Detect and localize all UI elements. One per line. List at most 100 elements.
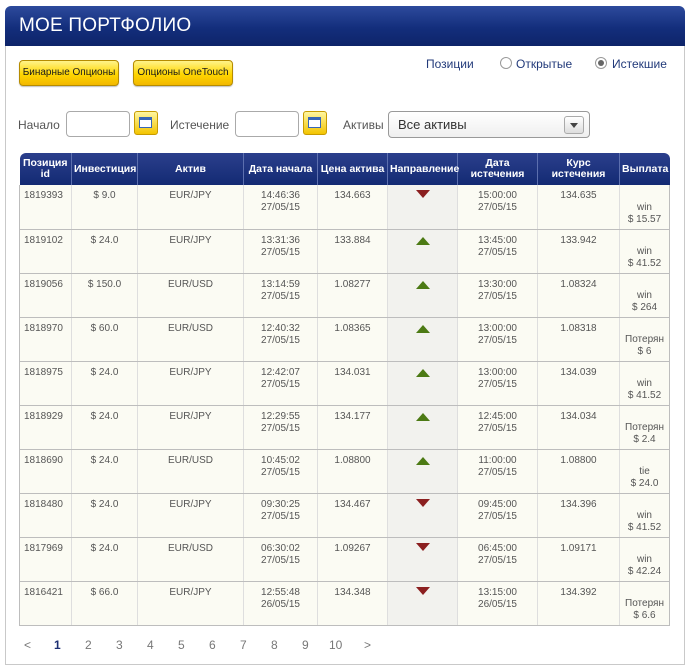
page-link[interactable]: 9 — [302, 638, 309, 652]
expired-radio[interactable] — [595, 57, 607, 69]
page-link[interactable]: 4 — [147, 638, 154, 652]
start-date-text: 12:55:48 — [261, 586, 300, 598]
start-date-text: 10:45:02 — [261, 454, 300, 466]
investment-text: $ 24.0 — [90, 366, 119, 378]
expiry-date-text: 27/05/15 — [478, 202, 517, 213]
payout-text: $ 41.52 — [627, 389, 662, 401]
position-id: 1818975 — [19, 361, 72, 406]
expiry-rate: 1.08800 — [537, 449, 620, 494]
start-date: 12:29:55 27/05/15 — [243, 405, 318, 450]
start-date-input[interactable] — [66, 111, 130, 137]
position-id: 1818929 — [19, 405, 72, 450]
expiry-rate: 133.942 — [537, 229, 620, 274]
payout: win $ 264 — [619, 273, 670, 318]
page-link[interactable]: 2 — [85, 638, 92, 652]
payout-text: win — [636, 289, 652, 301]
asset-price: 1.08800 — [317, 449, 388, 494]
page-link[interactable]: 10 — [329, 638, 342, 652]
page-link[interactable]: 8 — [271, 638, 278, 652]
expiry-date: 13:45:00 27/05/15 — [457, 229, 538, 274]
arrow-down-icon — [415, 190, 430, 198]
asset: EUR/USD — [137, 317, 244, 362]
page-link[interactable]: 5 — [178, 638, 185, 652]
asset-text: EUR/JPY — [169, 498, 212, 510]
start-date-text: 12:29:55 — [261, 410, 300, 422]
page-link[interactable]: 3 — [116, 638, 123, 652]
binary-options-button[interactable]: Бинарные Опционы — [19, 60, 119, 86]
start-date: 06:30:02 27/05/15 — [243, 537, 318, 582]
expiry-rate-text: 133.942 — [560, 234, 597, 246]
start-date-text: 13:14:59 — [261, 278, 300, 290]
expiry-rate-text: 134.396 — [560, 498, 597, 510]
arrow-up-icon — [415, 412, 430, 421]
start-date-text: 27/05/15 — [261, 202, 300, 213]
asset-price-text: 1.08277 — [334, 278, 371, 290]
assets-select[interactable]: Все активы — [388, 111, 590, 138]
start-date: 12:55:48 26/05/15 — [243, 581, 318, 626]
asset-price: 134.177 — [317, 405, 388, 450]
investment-text: $ 24.0 — [90, 454, 119, 466]
payout-text: Потерян — [625, 333, 664, 345]
expiry-date: 13:00:00 27/05/15 — [457, 317, 538, 362]
payout-text: win — [636, 245, 652, 257]
expiry-date-text: 27/05/15 — [478, 290, 517, 302]
pagination-next[interactable]: > — [364, 638, 371, 652]
expiry-date-label: Истечение — [170, 118, 230, 132]
col-expiry-rate: Курс истечения — [537, 153, 620, 185]
investment: $ 9.0 — [71, 185, 138, 230]
position-id-text: 1819393 — [24, 190, 63, 201]
position-id: 1817969 — [19, 537, 72, 582]
position-id: 1819102 — [19, 229, 72, 274]
asset: EUR/USD — [137, 449, 244, 494]
open-radio[interactable] — [500, 57, 512, 69]
payout: Потерян $ 2.4 — [619, 405, 670, 450]
table-row: 1818970 $ 60.0 EUR/USD 12:40:32 27/05/15 1.08… — [19, 317, 670, 362]
expiry-date-input[interactable] — [235, 111, 299, 137]
page-link[interactable]: 6 — [209, 638, 216, 652]
chevron-down-icon[interactable] — [564, 116, 584, 134]
direction — [387, 581, 458, 626]
expiry-date-text: 13:45:00 — [478, 234, 517, 246]
asset: EUR/JPY — [137, 405, 244, 450]
investment-text: $ 24.0 — [90, 234, 119, 246]
asset: EUR/USD — [137, 273, 244, 318]
arrow-up-icon — [415, 324, 430, 333]
assets-label: Активы — [343, 118, 384, 132]
arrow-up-icon — [415, 456, 430, 465]
start-date-text: 26/05/15 — [261, 598, 300, 610]
start-date-text: 27/05/15 — [261, 378, 300, 390]
payout-text: win — [636, 377, 652, 389]
expiry-date: 13:30:00 27/05/15 — [457, 273, 538, 318]
calendar-icon[interactable] — [303, 111, 327, 135]
onetouch-options-button[interactable]: Опционы OneTouch — [133, 60, 233, 86]
expiry-date-text: 27/05/15 — [478, 378, 517, 390]
calendar-icon[interactable] — [134, 111, 158, 135]
asset-price-text: 1.09267 — [334, 542, 371, 554]
page-link[interactable]: 7 — [240, 638, 247, 652]
col-asset-price: Цена актива — [317, 153, 388, 185]
expiry-date: 15:00:00 27/05/15 — [457, 185, 538, 230]
position-id-text: 1818975 — [24, 366, 63, 378]
page-link[interactable]: 1 — [54, 638, 61, 652]
pagination-prev[interactable]: < — [24, 638, 31, 652]
open-radio-label[interactable]: Открытые — [516, 57, 572, 71]
asset-price-text: 134.348 — [334, 586, 371, 598]
payout: win $ 41.52 — [619, 493, 670, 538]
col-investment: Инвестиция — [71, 153, 138, 185]
payout-text: $ 2.4 — [633, 433, 656, 445]
table-row: 1819393 $ 9.0 EUR/JPY 14:46:36 27/05/15 134.6… — [19, 185, 670, 230]
start-date-text: 12:40:32 — [261, 322, 300, 334]
investment-text: $ 150.0 — [87, 278, 122, 290]
expired-radio-label[interactable]: Истекшие — [612, 57, 667, 71]
position-id: 1818970 — [19, 317, 72, 362]
page-header: МОЕ ПОРТФОЛИО — [5, 6, 685, 46]
position-id-text: 1818690 — [24, 454, 63, 466]
investment: $ 24.0 — [71, 405, 138, 450]
position-id: 1818690 — [19, 449, 72, 494]
col-direction: Направление — [387, 153, 459, 185]
expiry-date-text: 27/05/15 — [478, 554, 517, 566]
arrow-down-icon — [415, 498, 430, 507]
expiry-date-text: 13:15:00 — [478, 586, 517, 598]
start-date: 12:42:07 27/05/15 — [243, 361, 318, 406]
asset-price: 1.08277 — [317, 273, 388, 318]
